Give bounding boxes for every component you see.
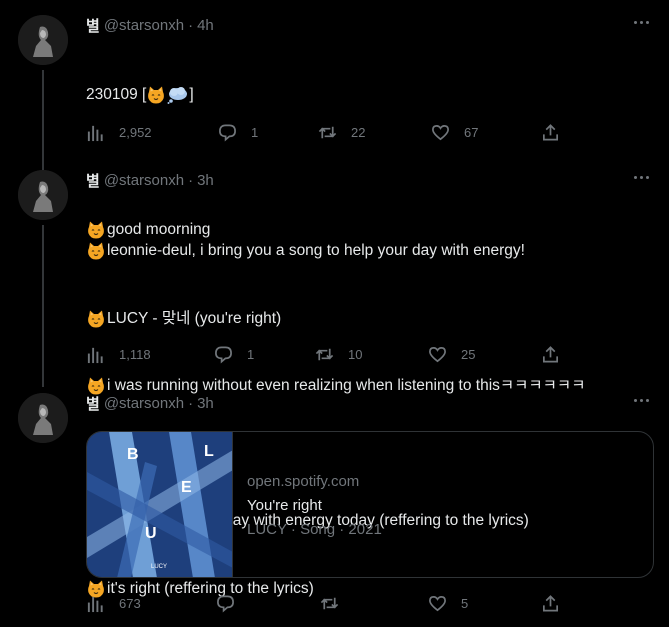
- retweet-count: 22: [351, 124, 366, 140]
- bar-chart-icon: [87, 347, 103, 363]
- like-action[interactable]: 5: [428, 594, 468, 613]
- more-dots-icon[interactable]: [631, 167, 651, 187]
- retweet-action[interactable]: 22: [318, 123, 365, 142]
- thought-balloon-emoji: [167, 87, 188, 105]
- retweet-action[interactable]: [320, 594, 353, 613]
- retweet-arrows-icon: [315, 348, 334, 360]
- share-upload-icon: [542, 123, 559, 140]
- like-action[interactable]: 25: [428, 345, 475, 364]
- share-action[interactable]: [541, 345, 560, 364]
- album-art: B L E U LUCY: [87, 432, 233, 577]
- card-title: You're right: [247, 497, 322, 514]
- author-name[interactable]: 별: [86, 15, 100, 36]
- timestamp[interactable]: 3h: [197, 395, 214, 412]
- cat-face-emoji: [87, 309, 105, 328]
- tweet-actions: 673 5: [86, 593, 566, 613]
- views-count: 2,952: [119, 124, 152, 140]
- views-action[interactable]: 673: [86, 594, 141, 613]
- tweet-line-text: leonnie-deul, i bring you a song to help…: [107, 242, 525, 259]
- retweet-arrows-icon: [318, 126, 337, 138]
- bar-chart-icon: [87, 125, 103, 141]
- card-subtitle: LUCY · Song · 2021: [247, 521, 382, 538]
- like-action[interactable]: 67: [431, 123, 478, 142]
- tweet-header: 별 @starsonxh · 4h: [86, 15, 214, 35]
- tweet-line: LUCY - 맞네 (you're right): [86, 308, 646, 331]
- speech-bubble-icon: [219, 124, 236, 142]
- views-action[interactable]: 2,952: [86, 123, 152, 142]
- views-action[interactable]: 1,118: [86, 345, 151, 364]
- cat-face-emoji: [147, 86, 165, 105]
- reply-action[interactable]: 1: [218, 123, 258, 142]
- tweet-line-text: ]: [189, 86, 194, 103]
- tweet-line-text: 230109 [: [86, 86, 147, 103]
- tweet-2[interactable]: 별 @starsonxh · 3h leonnie-deul, i bring …: [0, 155, 669, 598]
- retweet-count: 10: [348, 346, 363, 362]
- author-handle[interactable]: @starsonxh: [104, 17, 184, 34]
- tweet-line: leonnie-deul, i bring you a song to help…: [86, 240, 646, 263]
- reply-action[interactable]: 1: [214, 345, 254, 364]
- bar-chart-icon: [87, 596, 103, 612]
- author-handle[interactable]: @starsonxh: [104, 395, 184, 412]
- heart-icon: [432, 124, 449, 140]
- share-upload-icon: [542, 345, 559, 362]
- views-count: 1,118: [119, 346, 151, 362]
- separator-dot: ·: [188, 171, 194, 189]
- more-dots-icon[interactable]: [631, 12, 651, 32]
- cat-face-emoji: [87, 242, 105, 261]
- retweet-action[interactable]: 10: [315, 345, 362, 364]
- author-handle[interactable]: @starsonxh: [104, 172, 184, 189]
- separator-dot: ·: [188, 16, 194, 34]
- avatar[interactable]: [18, 15, 68, 65]
- like-count: 5: [461, 595, 469, 611]
- album-letter-u: U: [145, 525, 157, 542]
- album-caption: LUCY: [151, 564, 167, 570]
- share-upload-icon: [542, 594, 559, 611]
- more-dots-icon[interactable]: [631, 390, 651, 410]
- heart-icon: [429, 346, 446, 362]
- tweet-1[interactable]: 별 @starsonxh · 4h 230109 [] good moornin…: [0, 0, 669, 240]
- avatar[interactable]: [18, 393, 68, 443]
- tweet-actions: 2,952 1 22 67: [86, 122, 566, 142]
- separator-dot: ·: [188, 394, 194, 412]
- views-count: 673: [119, 595, 141, 611]
- thread-line: [42, 225, 44, 387]
- card-info: open.spotify.com You're right LUCY · Son…: [247, 470, 382, 542]
- album-letter-e: E: [181, 479, 192, 496]
- tweet-header: 별 @starsonxh · 3h: [86, 393, 214, 413]
- share-action[interactable]: [541, 594, 560, 613]
- avatar[interactable]: [18, 170, 68, 220]
- album-letter-l: L: [204, 443, 214, 460]
- author-name[interactable]: 별: [86, 170, 100, 191]
- spotify-link-card[interactable]: B L E U LUCY open.spotify.com You're rig…: [86, 431, 654, 578]
- tweet-header: 별 @starsonxh · 3h: [86, 170, 214, 190]
- reply-count: 1: [251, 124, 259, 140]
- reply-count: 1: [247, 346, 255, 362]
- retweet-arrows-icon: [320, 597, 339, 609]
- heart-icon: [429, 595, 446, 611]
- share-action[interactable]: [541, 123, 560, 142]
- like-count: 67: [464, 124, 479, 140]
- speech-bubble-icon: [215, 346, 232, 364]
- tweet-line: 230109 []: [86, 84, 646, 107]
- timestamp[interactable]: 4h: [197, 17, 214, 34]
- timestamp[interactable]: 3h: [197, 172, 214, 189]
- like-count: 25: [461, 346, 476, 362]
- tweet-actions: 1,118 1 10 25: [86, 344, 566, 364]
- tweet-line-text: LUCY - 맞네 (you're right): [107, 309, 282, 327]
- author-name[interactable]: 별: [86, 393, 100, 414]
- album-letter-b: B: [127, 446, 139, 463]
- speech-bubble-icon: [217, 595, 234, 613]
- card-domain: open.spotify.com: [247, 473, 360, 490]
- reply-action[interactable]: [216, 594, 249, 613]
